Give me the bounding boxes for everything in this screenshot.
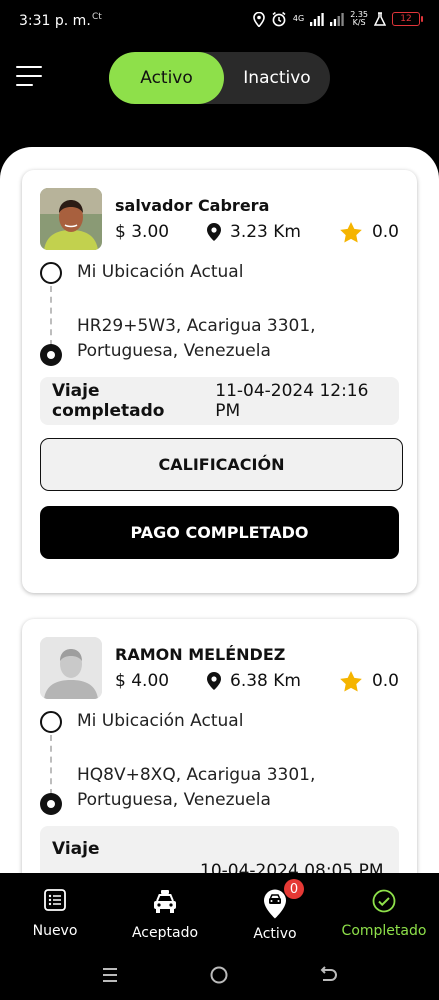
- recent-apps-icon[interactable]: [101, 966, 119, 984]
- signal-icon-2: [330, 12, 344, 26]
- status-icons: 4G 2.35 K/S 12: [253, 10, 423, 27]
- destination-pin-icon: [40, 793, 62, 815]
- carrier-icon: Ct: [92, 12, 102, 22]
- route: Mi Ubicación Actual HR29+5W3, Acarigua 3…: [40, 260, 399, 370]
- fare: $ 4.00: [115, 671, 170, 691]
- car-pin-icon: [264, 889, 286, 919]
- active-count-badge: 0: [284, 879, 304, 899]
- status-label: Viaje: [52, 839, 100, 859]
- destination-pin-icon: [40, 344, 62, 366]
- ride-meta: $ 3.00 3.23 Km 0.0: [115, 220, 399, 244]
- payment-completed-button[interactable]: PAGO COMPLETADO: [40, 506, 399, 559]
- star-icon: [340, 670, 362, 691]
- bottom-navigation: Nuevo Aceptado 0 Activo Completado: [0, 873, 439, 953]
- star-icon: [340, 221, 362, 242]
- pin-icon: [207, 672, 221, 690]
- origin-text: Mi Ubicación Actual: [77, 262, 244, 282]
- nav-completado[interactable]: Completado: [329, 873, 439, 953]
- alarm-icon: [272, 11, 286, 27]
- home-icon[interactable]: [210, 966, 228, 984]
- ride-card: salvador Cabrera $ 3.00 3.23 Km 0.0 Mi U…: [22, 170, 417, 593]
- origin-dot-icon: [40, 262, 62, 284]
- status-date: 11-04-2024 12:16 PM: [215, 381, 369, 421]
- status-bar: 3:31 p. m. Ct 4G 2.35 K/S 12: [0, 0, 439, 44]
- fare: $ 3.00: [115, 222, 170, 242]
- battery-icon: 12: [392, 12, 423, 26]
- route-line: [50, 286, 52, 346]
- taxi-icon: [154, 890, 176, 913]
- rating-button[interactable]: CALIFICACIÓN: [40, 438, 403, 491]
- nav-activo[interactable]: 0 Activo: [220, 873, 330, 953]
- toggle-inactive[interactable]: Inactivo: [224, 52, 330, 104]
- passenger-name: RAMON MELÉNDEZ: [115, 645, 286, 664]
- trip-status: Viaje 10-04-2024 08:05 PM: [40, 826, 399, 873]
- destination-text: HR29+5W3, Acarigua 3301, Portuguesa, Ven…: [77, 316, 316, 361]
- origin-text: Mi Ubicación Actual: [77, 711, 244, 731]
- origin-dot-icon: [40, 711, 62, 733]
- ride-card: RAMON MELÉNDEZ $ 4.00 6.38 Km 0.0 Mi Ubi…: [22, 619, 417, 873]
- network-type: 4G: [292, 14, 305, 23]
- ride-meta: $ 4.00 6.38 Km 0.0: [115, 669, 399, 693]
- nav-aceptado[interactable]: Aceptado: [110, 873, 220, 953]
- passenger-name: salvador Cabrera: [115, 196, 270, 215]
- rating: 0.0: [340, 221, 399, 243]
- distance: 6.38 Km: [207, 671, 301, 691]
- data-speed: 2.35 K/S: [350, 10, 368, 27]
- rating: 0.0: [340, 670, 399, 692]
- avatar: [40, 637, 102, 699]
- system-navigation-bar: [0, 953, 439, 1000]
- flask-icon: [374, 12, 386, 26]
- location-icon: [253, 11, 265, 27]
- clock: 3:31 p. m.: [19, 13, 91, 29]
- distance: 3.23 Km: [207, 222, 301, 242]
- availability-toggle[interactable]: Activo Inactivo: [109, 52, 330, 104]
- status-date: 10-04-2024 08:05 PM: [200, 861, 384, 873]
- trip-status: Viaje completado 11-04-2024 12:16 PM: [40, 377, 399, 425]
- back-icon[interactable]: [318, 966, 338, 984]
- route-line: [50, 735, 52, 795]
- status-label: Viaje completado: [52, 381, 165, 421]
- rides-list[interactable]: salvador Cabrera $ 3.00 3.23 Km 0.0 Mi U…: [0, 147, 439, 873]
- check-circle-icon: [372, 889, 396, 913]
- pin-icon: [207, 223, 221, 241]
- list-icon: [44, 889, 66, 911]
- hamburger-menu-icon[interactable]: [16, 66, 42, 88]
- signal-icon: [310, 12, 324, 26]
- avatar: [40, 188, 102, 250]
- nav-nuevo[interactable]: Nuevo: [0, 873, 110, 953]
- route: Mi Ubicación Actual HQ8V+8XQ, Acarigua 3…: [40, 709, 399, 819]
- toggle-active[interactable]: Activo: [109, 52, 224, 104]
- destination-text: HQ8V+8XQ, Acarigua 3301, Portuguesa, Ven…: [77, 765, 316, 810]
